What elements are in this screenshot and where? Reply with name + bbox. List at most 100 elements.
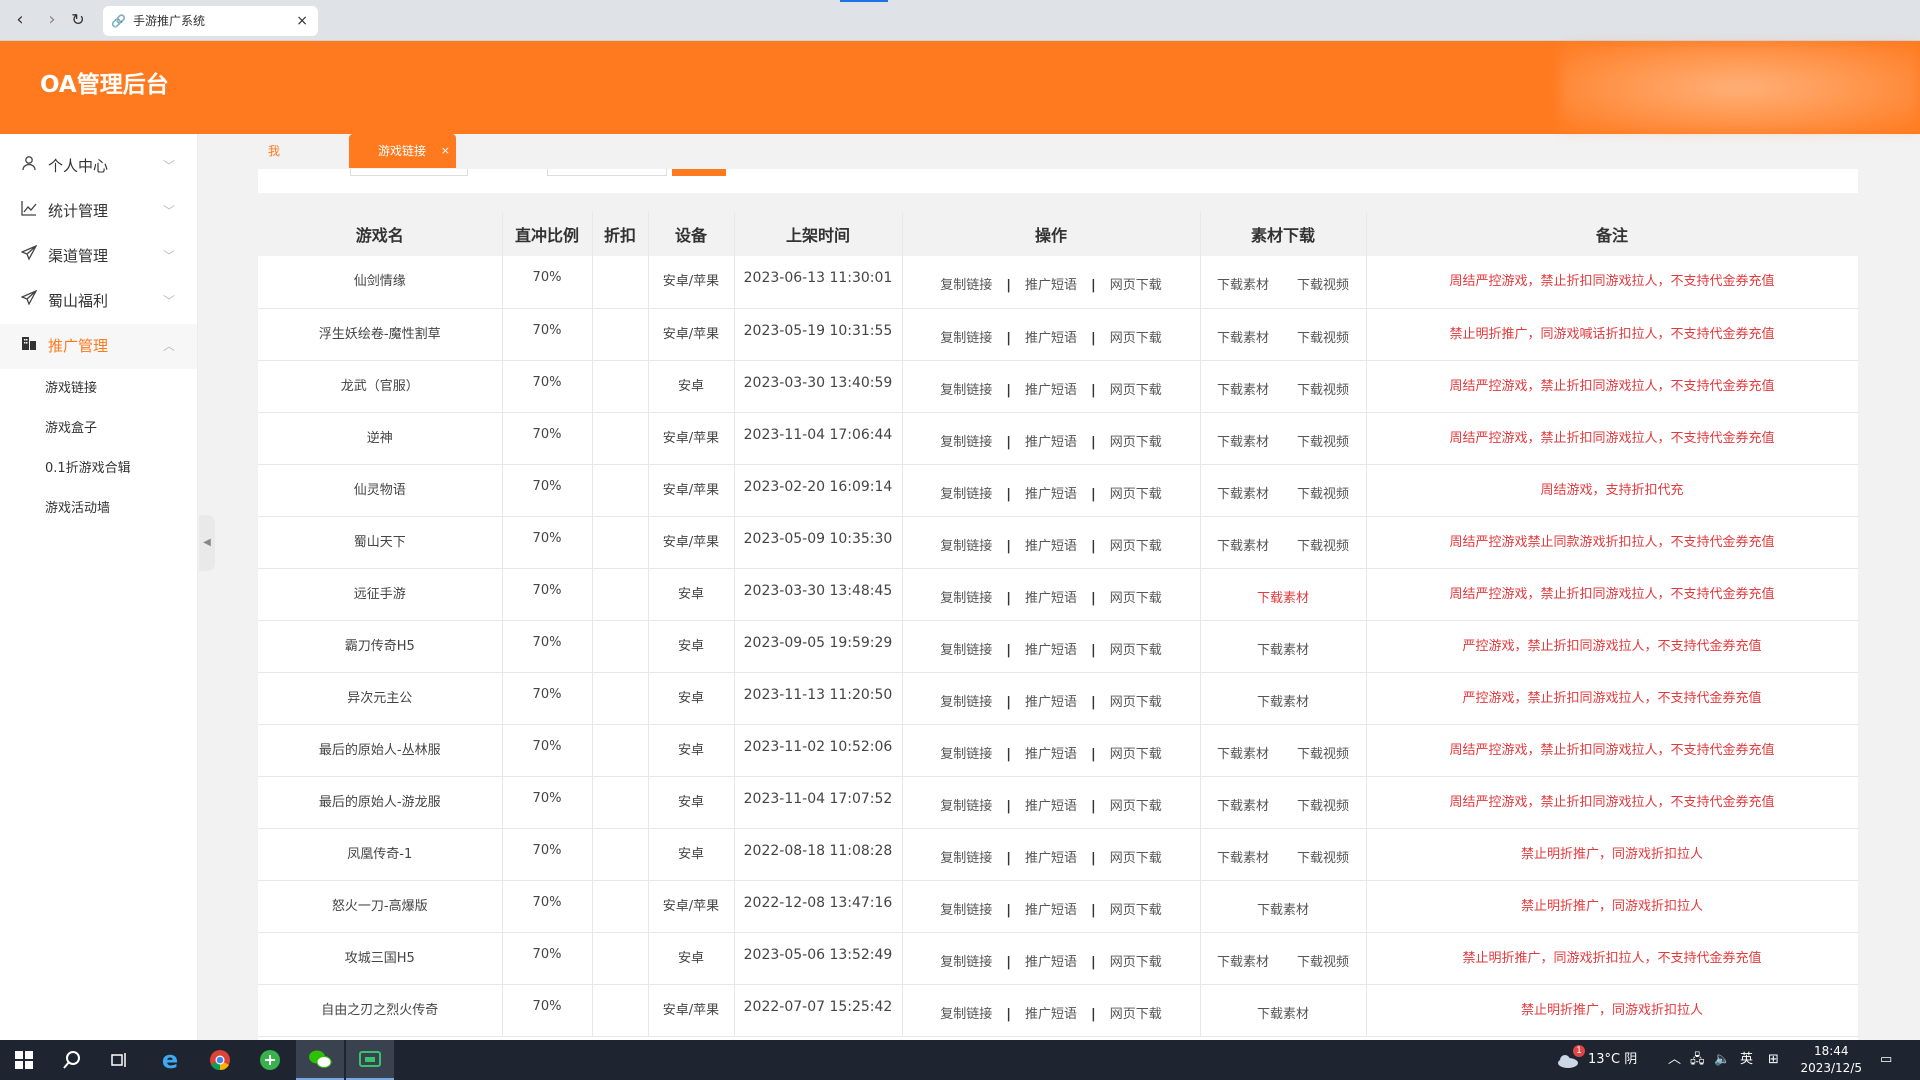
submenu-discount-collection[interactable]: 0.1折游戏合辑 [0,449,197,489]
download-material-link[interactable]: 下载素材 [1217,743,1269,762]
download-material-link[interactable]: 下载素材 [1257,587,1309,606]
download-material-link[interactable]: 下载素材 [1257,691,1309,710]
search-button[interactable] [672,169,726,176]
tab-my-desktop[interactable]: 我的桌面 [268,134,280,260]
copy-link-button[interactable]: 复制链接 [940,1007,992,1022]
copy-link-button[interactable]: 复制链接 [940,643,992,658]
promo-phrase-button[interactable]: 推广短语 [1025,747,1077,762]
web-download-button[interactable]: 网页下载 [1110,643,1162,658]
copy-link-button[interactable]: 复制链接 [940,278,992,293]
copy-link-button[interactable]: 复制链接 [940,851,992,866]
keyboard-icon[interactable]: ⊞ [1768,1040,1779,1080]
reload-button[interactable]: ↻ [66,8,90,32]
download-video-link[interactable]: 下载视频 [1297,483,1349,502]
web-download-button[interactable]: 网页下载 [1110,1007,1162,1022]
desktop-app-icon[interactable] [346,1040,394,1080]
download-video-link[interactable]: 下载视频 [1297,535,1349,554]
download-material-link[interactable]: 下载素材 [1217,795,1269,814]
copy-link-button[interactable]: 复制链接 [940,799,992,814]
sidebar-item-personal[interactable]: 个人中心 ﹀ [0,144,197,189]
promo-phrase-button[interactable]: 推广短语 [1025,487,1077,502]
forward-button[interactable]: › [40,8,64,32]
promo-phrase-button[interactable]: 推广短语 [1025,1007,1077,1022]
tab-game-link[interactable]: 游戏链接 × [349,134,456,168]
promo-phrase-button[interactable]: 推广短语 [1025,539,1077,554]
web-download-button[interactable]: 网页下载 [1110,539,1162,554]
download-material-link[interactable]: 下载素材 [1257,639,1309,658]
windows-start-icon[interactable] [0,1040,48,1080]
download-material-link[interactable]: 下载素材 [1217,431,1269,450]
web-download-button[interactable]: 网页下载 [1110,695,1162,710]
download-video-link[interactable]: 下载视频 [1297,431,1349,450]
web-download-button[interactable]: 网页下载 [1110,435,1162,450]
sidebar-item-channel[interactable]: 渠道管理 ﹀ [0,234,197,279]
download-material-link[interactable]: 下载素材 [1217,274,1269,293]
download-material-link[interactable]: 下载素材 [1217,535,1269,554]
download-video-link[interactable]: 下载视频 [1297,847,1349,866]
copy-link-button[interactable]: 复制链接 [940,487,992,502]
web-download-button[interactable]: 网页下载 [1110,487,1162,502]
copy-link-button[interactable]: 复制链接 [940,747,992,762]
download-video-link[interactable]: 下载视频 [1297,795,1349,814]
download-video-link[interactable]: 下载视频 [1297,274,1349,293]
search-icon[interactable] [48,1040,96,1080]
submenu-activity-wall[interactable]: 游戏活动墙 [0,489,197,529]
download-material-link[interactable]: 下载素材 [1217,379,1269,398]
promo-phrase-button[interactable]: 推广短语 [1025,278,1077,293]
promo-phrase-button[interactable]: 推广短语 [1025,331,1077,346]
sidebar-item-promotion[interactable]: 推广管理 ︿ [0,324,197,369]
network-icon[interactable]: 🖧 [1690,1040,1705,1080]
sidebar-collapse-handle[interactable]: ◀ [199,515,215,571]
web-download-button[interactable]: 网页下载 [1110,851,1162,866]
web-download-button[interactable]: 网页下载 [1110,278,1162,293]
web-download-button[interactable]: 网页下载 [1110,799,1162,814]
copy-link-button[interactable]: 复制链接 [940,539,992,554]
task-view-icon[interactable] [96,1040,144,1080]
copy-link-button[interactable]: 复制链接 [940,591,992,606]
chevron-up-icon[interactable]: ︿ [1668,1040,1681,1080]
download-material-link[interactable]: 下载素材 [1257,1003,1309,1022]
ime-indicator[interactable]: 英 [1740,1040,1753,1080]
chrome-icon[interactable] [196,1040,244,1080]
web-download-button[interactable]: 网页下载 [1110,383,1162,398]
web-download-button[interactable]: 网页下载 [1110,591,1162,606]
back-button[interactable]: ‹ [8,8,32,32]
download-material-link[interactable]: 下载素材 [1217,847,1269,866]
web-download-button[interactable]: 网页下载 [1110,903,1162,918]
promo-phrase-button[interactable]: 推广短语 [1025,435,1077,450]
copy-link-button[interactable]: 复制链接 [940,383,992,398]
download-material-link[interactable]: 下载素材 [1217,327,1269,346]
download-material-link[interactable]: 下载素材 [1217,483,1269,502]
promo-phrase-button[interactable]: 推广短语 [1025,643,1077,658]
download-video-link[interactable]: 下载视频 [1297,951,1349,970]
download-material-link[interactable]: 下载素材 [1257,899,1309,918]
copy-link-button[interactable]: 复制链接 [940,955,992,970]
sidebar-item-welfare[interactable]: 蜀山福利 ﹀ [0,279,197,324]
promo-phrase-button[interactable]: 推广短语 [1025,955,1077,970]
promo-phrase-button[interactable]: 推广短语 [1025,903,1077,918]
sidebar-item-stats[interactable]: 统计管理 ﹀ [0,189,197,234]
copy-link-button[interactable]: 复制链接 [940,331,992,346]
download-video-link[interactable]: 下载视频 [1297,327,1349,346]
wechat-icon[interactable] [296,1040,344,1080]
promo-phrase-button[interactable]: 推广短语 [1025,799,1077,814]
ie-browser-icon[interactable]: e [146,1040,194,1080]
web-download-button[interactable]: 网页下载 [1110,747,1162,762]
app-green-icon[interactable] [246,1040,294,1080]
promo-phrase-button[interactable]: 推广短语 [1025,851,1077,866]
copy-link-button[interactable]: 复制链接 [940,695,992,710]
browser-tab[interactable]: 🔗 手游推广系统 × [103,6,318,36]
filter-input[interactable] [350,169,468,176]
promo-phrase-button[interactable]: 推广短语 [1025,591,1077,606]
web-download-button[interactable]: 网页下载 [1110,955,1162,970]
taskbar-clock[interactable]: 18:44 2023/12/5 [1800,1043,1862,1077]
copy-link-button[interactable]: 复制链接 [940,435,992,450]
submenu-game-box[interactable]: 游戏盒子 [0,409,197,449]
submenu-game-link[interactable]: 游戏链接 [0,369,197,409]
web-download-button[interactable]: 网页下载 [1110,331,1162,346]
promo-phrase-button[interactable]: 推广短语 [1025,383,1077,398]
download-video-link[interactable]: 下载视频 [1297,743,1349,762]
filter-input[interactable] [547,169,667,176]
download-video-link[interactable]: 下载视频 [1297,379,1349,398]
download-material-link[interactable]: 下载素材 [1217,951,1269,970]
